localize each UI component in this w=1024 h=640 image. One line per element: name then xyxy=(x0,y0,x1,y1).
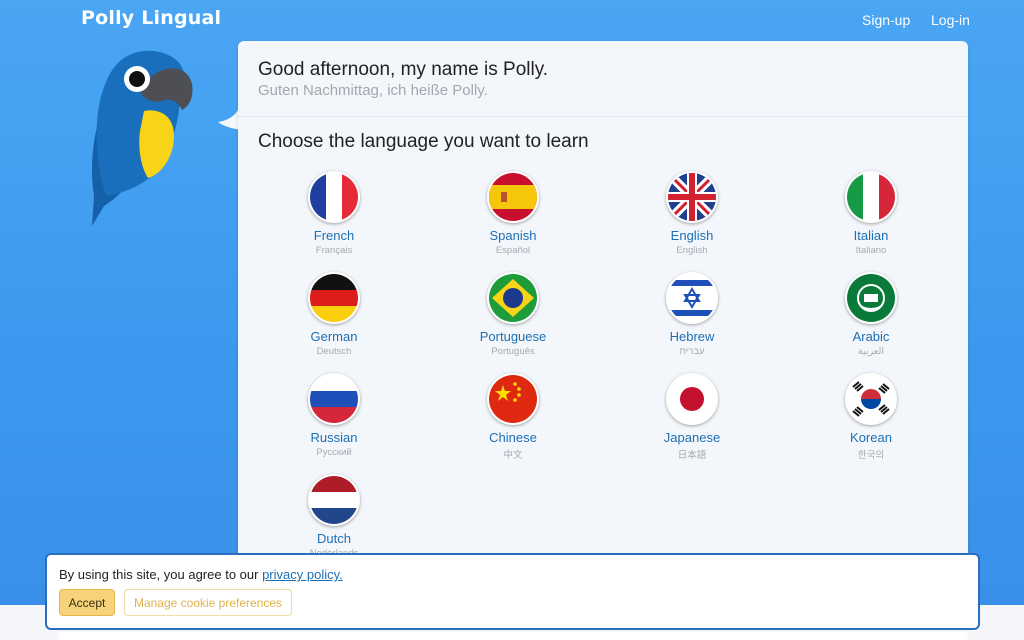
language-name: Korean xyxy=(850,430,892,445)
signup-link[interactable]: Sign-up xyxy=(862,12,910,28)
cookie-banner: By using this site, you agree to our pri… xyxy=(45,553,980,630)
language-option-dutch[interactable]: Dutch Nederlands xyxy=(259,474,409,559)
language-native-name: עברית xyxy=(679,346,705,357)
flag-japan-icon xyxy=(666,373,718,425)
page-title: Choose the language you want to learn xyxy=(258,131,589,152)
cookie-message: By using this site, you agree to our pri… xyxy=(59,567,343,582)
language-option-hebrew[interactable]: Hebrew עברית xyxy=(617,272,767,357)
language-option-english[interactable]: English English xyxy=(617,171,767,256)
language-option-russian[interactable]: Russian Русский xyxy=(259,373,409,458)
language-option-chinese[interactable]: Chinese 中文 xyxy=(438,373,588,461)
language-option-korean[interactable]: Korean 한국의 xyxy=(796,373,946,461)
language-option-spanish[interactable]: Spanish Español xyxy=(438,171,588,256)
language-option-italian[interactable]: Italian Italiano xyxy=(796,171,946,256)
language-name: Italian xyxy=(853,228,889,243)
language-name: Arabic xyxy=(852,329,890,344)
language-name: French xyxy=(313,228,355,243)
flag-korea-icon xyxy=(845,373,897,425)
language-native-name: Español xyxy=(495,245,531,256)
language-option-arabic[interactable]: Arabic العربية xyxy=(796,272,946,357)
flag-arab-league-icon xyxy=(845,272,897,324)
language-name: English xyxy=(670,228,714,243)
flag-uk-icon xyxy=(666,171,718,223)
flag-israel-icon xyxy=(666,272,718,324)
language-card: Good afternoon, my name is Polly. Guten … xyxy=(238,41,968,601)
language-option-japanese[interactable]: Japanese 日本語 xyxy=(617,373,767,461)
flag-italy-icon xyxy=(845,171,897,223)
language-native-name: Deutsch xyxy=(316,346,352,357)
language-native-name: العربية xyxy=(858,346,884,357)
language-native-name: 한국의 xyxy=(857,450,885,461)
privacy-policy-link[interactable]: privacy policy. xyxy=(262,567,343,582)
language-native-name: 中文 xyxy=(503,450,523,461)
language-native-name: Italiano xyxy=(855,245,887,256)
language-native-name: English xyxy=(676,245,708,256)
language-name: Russian xyxy=(310,430,358,445)
parrot-mascot-icon xyxy=(92,50,193,226)
flag-netherlands-icon xyxy=(308,474,360,526)
language-name: German xyxy=(310,329,358,344)
language-native-name: 日本語 xyxy=(677,450,707,461)
language-option-german[interactable]: German Deutsch xyxy=(259,272,409,357)
accept-cookies-button[interactable]: Accept xyxy=(59,589,115,616)
footer-card xyxy=(58,632,968,640)
greeting-panel: Good afternoon, my name is Polly. Guten … xyxy=(238,41,968,117)
flag-brazil-icon xyxy=(487,272,539,324)
manage-cookies-button[interactable]: Manage cookie preferences xyxy=(124,589,292,616)
language-native-name: Русский xyxy=(316,447,352,458)
top-bar: Polly Lingual Sign-up Log-in xyxy=(0,0,1024,40)
language-native-name: Français xyxy=(315,245,353,256)
flag-germany-icon xyxy=(308,272,360,324)
language-option-portuguese[interactable]: Portuguese Português xyxy=(438,272,588,357)
language-name: Japanese xyxy=(663,430,721,445)
flag-spain-icon xyxy=(487,171,539,223)
app-logo[interactable]: Polly Lingual xyxy=(81,7,221,29)
flag-france-icon xyxy=(308,171,360,223)
cookie-text: By using this site, you agree to our xyxy=(59,567,259,582)
login-link[interactable]: Log-in xyxy=(931,12,970,28)
language-name: Dutch xyxy=(317,531,351,546)
language-name: Portuguese xyxy=(479,329,547,344)
language-name: Hebrew xyxy=(669,329,715,344)
language-native-name: Português xyxy=(491,346,535,357)
flag-china-icon xyxy=(487,373,539,425)
language-option-french[interactable]: French Français xyxy=(259,171,409,256)
greeting-translation: Guten Nachmittag, ich heiße Polly. xyxy=(258,82,488,99)
greeting-text: Good afternoon, my name is Polly. xyxy=(258,59,549,80)
flag-russia-icon xyxy=(308,373,360,425)
language-name: Spanish xyxy=(489,228,537,243)
language-name: Chinese xyxy=(489,430,537,445)
